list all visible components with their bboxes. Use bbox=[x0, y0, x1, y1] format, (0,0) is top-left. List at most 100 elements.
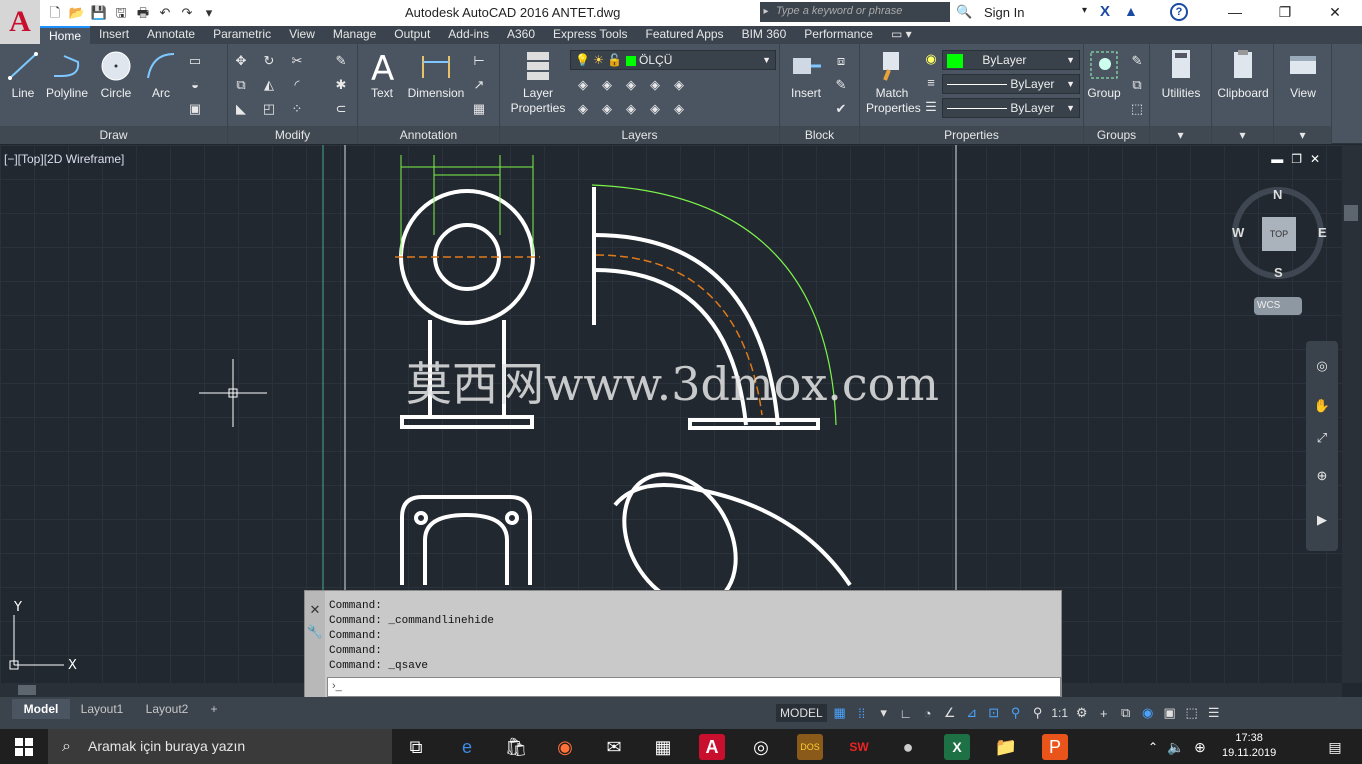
binoculars-icon[interactable]: 🔍 bbox=[956, 4, 972, 20]
isodraft-icon[interactable]: ⊿ bbox=[963, 705, 981, 721]
minimize-button[interactable]: — bbox=[1210, 0, 1260, 26]
stretch-icon[interactable]: ◣ bbox=[232, 100, 250, 118]
osnap-icon[interactable]: ⊡ bbox=[985, 705, 1003, 721]
erase-icon[interactable]: ✎ bbox=[332, 52, 350, 70]
annotation-visibility-icon[interactable]: ⚲ bbox=[1029, 705, 1047, 721]
viewcube-top-face[interactable]: TOP bbox=[1262, 217, 1296, 251]
notifications-icon[interactable]: ▤ bbox=[1322, 734, 1348, 760]
layers-panel-title[interactable]: Layers bbox=[500, 126, 779, 144]
groups-panel-title[interactable]: Groups bbox=[1084, 126, 1149, 144]
ungroup-icon[interactable]: ✎ bbox=[1128, 52, 1146, 70]
rotate-icon[interactable]: ↻ bbox=[260, 52, 278, 70]
annotation-scale-icon[interactable]: ⚲ bbox=[1007, 705, 1025, 721]
tab-model[interactable]: Model bbox=[12, 699, 70, 719]
maximize-button[interactable]: ❐ bbox=[1260, 0, 1310, 26]
mail-icon[interactable]: ✉ bbox=[601, 734, 627, 760]
solidworks-icon[interactable]: SW bbox=[846, 734, 872, 760]
plus-icon[interactable]: + bbox=[1095, 706, 1113, 721]
polar-icon[interactable]: ◔ bbox=[919, 706, 937, 721]
tab-manage[interactable]: Manage bbox=[324, 26, 385, 44]
properties-panel-title[interactable]: Properties bbox=[860, 126, 1083, 144]
tab-home[interactable]: Home bbox=[40, 26, 91, 44]
table-icon[interactable]: ▦ bbox=[470, 100, 488, 118]
move-icon[interactable]: ✥ bbox=[232, 52, 250, 70]
layer-freeze-icon[interactable]: ◈ bbox=[622, 76, 640, 94]
dosbox-icon[interactable]: DOS bbox=[797, 734, 823, 760]
new-icon[interactable]: 🗋 bbox=[46, 4, 64, 22]
excel-icon[interactable]: X bbox=[944, 734, 970, 760]
clipboard-expand[interactable]: ▾ bbox=[1212, 126, 1273, 144]
color-dropdown[interactable]: ByLayer ▼ bbox=[942, 50, 1080, 70]
layer-dropdown[interactable]: 💡 ☀ 🔓 ÖLÇÜ ▼ bbox=[570, 50, 776, 70]
array-icon[interactable]: ⁘ bbox=[288, 100, 306, 118]
edit-attributes-icon[interactable]: ✔ bbox=[832, 100, 850, 118]
tab-bim-360[interactable]: BIM 360 bbox=[733, 26, 796, 44]
layer-isolate-icon[interactable]: ◈ bbox=[598, 76, 616, 94]
create-block-icon[interactable]: ⧈ bbox=[832, 52, 850, 70]
layer-thaw-icon[interactable]: ◈ bbox=[646, 100, 664, 118]
tab-layout2[interactable]: Layout2 bbox=[136, 699, 198, 719]
tab-insert[interactable]: Insert bbox=[90, 26, 138, 44]
arc-tool[interactable]: Arc bbox=[144, 48, 178, 101]
dimension-tool[interactable]: Dimension bbox=[406, 48, 466, 101]
model-space-button[interactable]: MODEL bbox=[776, 704, 827, 722]
layer-previous-icon[interactable]: ◈ bbox=[598, 100, 616, 118]
linetype-dropdown[interactable]: ByLayer ▼ bbox=[942, 74, 1080, 94]
exchange-icon[interactable]: X bbox=[1100, 3, 1110, 20]
search-expand-icon[interactable]: ▸ bbox=[760, 2, 772, 22]
clean-screen-icon[interactable]: ⬚ bbox=[1183, 705, 1201, 721]
orbit-icon[interactable]: ⊕ bbox=[1313, 467, 1331, 485]
layer-match-icon[interactable]: ◈ bbox=[574, 100, 592, 118]
leader-icon[interactable]: ↗ bbox=[470, 76, 488, 94]
line-tool[interactable]: Line bbox=[6, 48, 40, 101]
workspace-icon[interactable]: ⧉ bbox=[1117, 705, 1135, 721]
zoom-extents-icon[interactable]: ⤢ bbox=[1313, 429, 1331, 447]
insert-tool[interactable]: Insert bbox=[784, 48, 828, 101]
volume-icon[interactable]: 🔈 bbox=[1166, 734, 1186, 760]
help-icon[interactable]: ? bbox=[1170, 3, 1188, 21]
customization-icon[interactable]: ☰ bbox=[1205, 705, 1223, 721]
scroll-thumb[interactable] bbox=[18, 685, 36, 695]
adobe-icon[interactable]: P bbox=[1042, 734, 1068, 760]
redo-icon[interactable]: ↷ bbox=[178, 4, 196, 22]
utilities-tool[interactable]: Utilities bbox=[1154, 48, 1208, 101]
block-panel-title[interactable]: Block bbox=[780, 126, 859, 144]
ribbon-options-icon[interactable]: ▭ ▾ bbox=[882, 26, 921, 44]
annotation-panel-title[interactable]: Annotation bbox=[358, 126, 499, 144]
tab-parametric[interactable]: Parametric bbox=[204, 26, 280, 44]
add-layout-icon[interactable]: + bbox=[202, 699, 226, 719]
offset-icon[interactable]: ⊂ bbox=[332, 100, 350, 118]
group-select-icon[interactable]: ⬚ bbox=[1128, 100, 1146, 118]
layer-unlock-icon[interactable]: ◈ bbox=[670, 100, 688, 118]
steering-wheel-icon[interactable]: ◎ bbox=[1313, 357, 1331, 375]
network-icon[interactable]: ⊕ bbox=[1190, 734, 1210, 760]
command-input[interactable]: ›_ bbox=[327, 677, 1061, 697]
windows-start-button[interactable] bbox=[0, 729, 48, 764]
region-icon[interactable]: ▣ bbox=[186, 100, 204, 118]
linear-dim-icon[interactable]: ⊢ bbox=[470, 52, 488, 70]
tab-output[interactable]: Output bbox=[385, 26, 439, 44]
layer-properties-tool[interactable]: Layer Properties bbox=[506, 48, 570, 116]
close-icon[interactable]: ✕ bbox=[306, 601, 324, 619]
isolate-objects-icon[interactable]: ◉ bbox=[1139, 705, 1157, 721]
trim-icon[interactable]: ✂ bbox=[288, 52, 306, 70]
view-expand[interactable]: ▾ bbox=[1274, 126, 1331, 144]
a360-icon[interactable]: ▲ bbox=[1124, 3, 1138, 19]
group-tool[interactable]: Group bbox=[1086, 48, 1122, 101]
modify-panel-title[interactable]: Modify bbox=[228, 126, 357, 144]
file-explorer-icon[interactable]: 📁 bbox=[993, 734, 1019, 760]
lineweight-dropdown[interactable]: ByLayer ▼ bbox=[942, 98, 1080, 118]
explode-icon[interactable]: ✱ bbox=[332, 76, 350, 94]
fillet-icon[interactable]: ◜ bbox=[288, 76, 306, 94]
grid-icon[interactable]: ▦ bbox=[831, 705, 849, 721]
command-window-handle[interactable]: ✕ 🔧 bbox=[305, 591, 325, 699]
tab-add-ins[interactable]: Add-ins bbox=[439, 26, 498, 44]
group-edit-icon[interactable]: ⧉ bbox=[1128, 76, 1146, 94]
tab-view[interactable]: View bbox=[280, 26, 324, 44]
open-icon[interactable]: 📂 bbox=[68, 4, 86, 22]
taskbar-search[interactable]: ⌕ Aramak için buraya yazın bbox=[48, 729, 392, 764]
edge-icon[interactable]: e bbox=[454, 734, 480, 760]
gear-icon[interactable]: ⚙ bbox=[1073, 705, 1091, 721]
pan-icon[interactable]: ✋ bbox=[1313, 397, 1331, 415]
tab-express-tools[interactable]: Express Tools bbox=[544, 26, 636, 44]
